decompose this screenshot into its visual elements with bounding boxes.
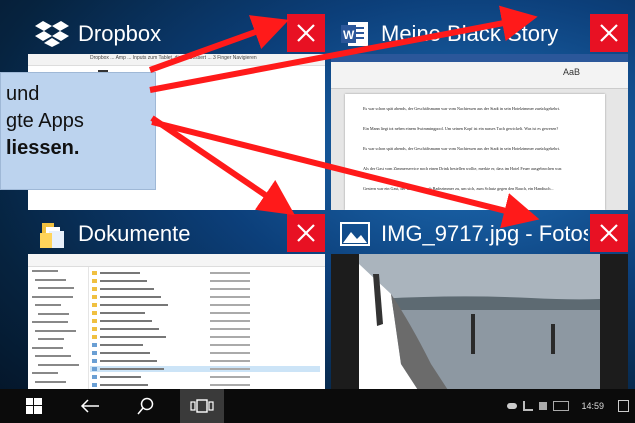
photo-image: [359, 254, 600, 410]
close-icon: [600, 24, 618, 42]
callout-line-bold: liessen.: [6, 137, 80, 159]
file-row: [90, 294, 320, 300]
window-tile-word[interactable]: W Meine Black Story AaB Es war schon spä…: [331, 14, 628, 210]
file-row: [90, 342, 320, 348]
file-row: [90, 334, 320, 340]
file-row: [90, 270, 320, 276]
file-row: [90, 286, 320, 292]
callout-line: und: [6, 83, 40, 105]
window-title: Dokumente: [78, 221, 191, 246]
task-view-icon: [190, 399, 214, 413]
close-button[interactable]: [590, 214, 628, 252]
nav-row: [35, 380, 66, 383]
close-icon: [297, 224, 315, 242]
keyboard-icon[interactable]: [553, 401, 570, 411]
nav-row: [38, 363, 79, 366]
window-tile-photos[interactable]: IMG_9717.jpg - Fotos: [331, 214, 628, 410]
taskbar: 14:59: [0, 389, 635, 423]
nav-row: [38, 287, 74, 289]
windows-icon: [26, 398, 42, 414]
close-button[interactable]: [287, 14, 325, 52]
doc-paragraph: Es war schon spät abends, der Geschäftsm…: [363, 146, 560, 151]
notification-icon[interactable]: [618, 400, 629, 412]
close-icon: [297, 24, 315, 42]
file-row: [90, 302, 320, 308]
nav-row: [32, 295, 73, 298]
close-icon: [600, 224, 618, 242]
window-title: Meine Black Story: [381, 21, 559, 46]
clock[interactable]: 14:59: [581, 401, 604, 411]
file-row: [90, 374, 320, 380]
file-row: [90, 278, 320, 284]
nav-row: [35, 355, 71, 357]
volume-icon[interactable]: [539, 402, 548, 410]
window-title-bar: W Meine Black Story: [331, 14, 588, 54]
window-title-bar: Dropbox: [28, 14, 285, 54]
callout-line: gte Apps: [6, 110, 84, 132]
window-preview: [331, 254, 628, 410]
nav-row: [32, 372, 58, 374]
file-row: [90, 310, 320, 316]
word-icon: W: [337, 19, 373, 49]
window-tile-explorer[interactable]: Dokumente: [28, 214, 325, 410]
instruction-callout: und gte Apps liessen.: [0, 72, 156, 190]
doc-paragraph: Als der Gast vom Zimmerservice noch eine…: [363, 166, 563, 171]
file-row: [90, 318, 320, 324]
nav-row: [35, 278, 66, 281]
task-view-button[interactable]: [180, 389, 224, 423]
close-button[interactable]: [287, 214, 325, 252]
nav-row: [38, 338, 64, 340]
doc-paragraph: Ein Mann liegt tot neben einem Swimmingp…: [363, 126, 559, 131]
document-page: Es war schon spät abends, der Geschäftsm…: [345, 94, 605, 210]
system-tray: 14:59: [507, 389, 635, 423]
nav-row: [35, 304, 61, 306]
window-preview: AaB Es war schon spät abends, der Geschä…: [331, 54, 628, 210]
nav-row: [38, 312, 69, 315]
photos-icon: [337, 219, 373, 249]
nav-row: [32, 270, 58, 272]
nav-row: [32, 346, 63, 349]
doc-paragraph: Es war schon spät abends, der Geschäftsm…: [363, 106, 560, 111]
window-title: IMG_9717.jpg - Fotos: [381, 221, 588, 246]
file-row: [90, 358, 320, 364]
folder-icon: [34, 219, 70, 249]
file-row: [90, 366, 320, 372]
back-arrow-icon: [80, 399, 99, 413]
onedrive-icon[interactable]: [507, 403, 518, 409]
nav-row: [35, 329, 76, 332]
search-button[interactable]: [124, 389, 168, 423]
preview-header-text: Dropbox ... Amp ... Inputs zum Tablet, d…: [90, 55, 257, 61]
window-title-bar: IMG_9717.jpg - Fotos: [331, 214, 588, 254]
nav-row: [32, 321, 68, 323]
window-title: Dropbox: [78, 21, 162, 46]
start-button[interactable]: [12, 389, 56, 423]
file-row: [90, 382, 320, 388]
close-button[interactable]: [590, 14, 628, 52]
search-icon: [137, 397, 154, 415]
window-preview: [28, 254, 325, 410]
dropbox-icon: [34, 19, 70, 49]
ribbon: AaB: [331, 62, 628, 89]
back-button[interactable]: [68, 389, 112, 423]
file-row: [90, 350, 320, 356]
doc-paragraph: Gestern war ein Gast, der die Mann nach …: [363, 186, 554, 191]
browser-header: Dropbox ... Amp ... Inputs zum Tablet, d…: [28, 54, 325, 66]
file-row: [90, 326, 320, 332]
window-title-bar: Dokumente: [28, 214, 285, 254]
svg-text:W: W: [343, 28, 355, 42]
network-icon[interactable]: [523, 401, 534, 411]
